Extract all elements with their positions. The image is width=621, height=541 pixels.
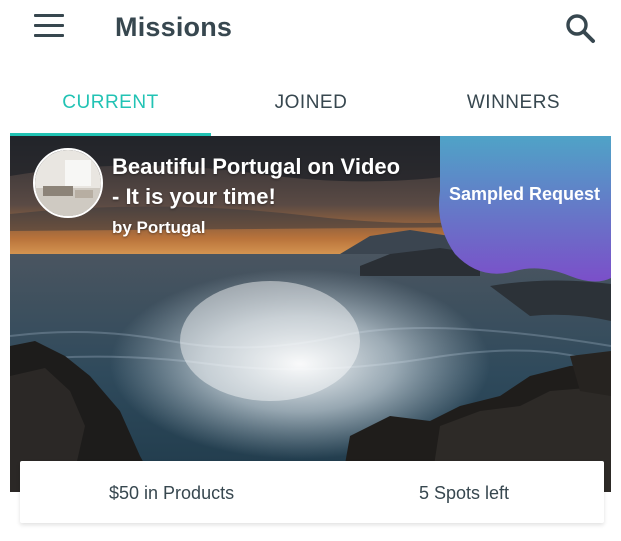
mission-avatar xyxy=(33,148,103,218)
app-bar: Missions xyxy=(0,0,621,56)
search-icon[interactable] xyxy=(560,8,602,50)
mission-author: by Portugal xyxy=(112,218,206,237)
mission-card-footer[interactable]: $50 in Products 5 Spots left xyxy=(20,461,604,523)
mission-type-badge: Sampled Request xyxy=(448,184,601,204)
page-title: Missions xyxy=(115,12,233,42)
spots-left-text: 5 Spots left xyxy=(419,483,510,503)
tab-joined[interactable]: JOINED xyxy=(211,92,411,114)
tab-winners[interactable]: WINNERS xyxy=(411,92,616,114)
mission-type-badge-shape xyxy=(439,136,611,282)
mission-card-image[interactable]: Beautiful Portugal on Video - It is your… xyxy=(10,136,611,492)
tab-bar: CURRENT JOINED WINNERS xyxy=(0,80,621,136)
mission-title: Beautiful Portugal on Video - It is your… xyxy=(112,154,401,209)
reward-text: $50 in Products xyxy=(109,483,235,503)
tab-current[interactable]: CURRENT xyxy=(10,92,211,114)
hamburger-menu-icon[interactable] xyxy=(34,14,66,40)
